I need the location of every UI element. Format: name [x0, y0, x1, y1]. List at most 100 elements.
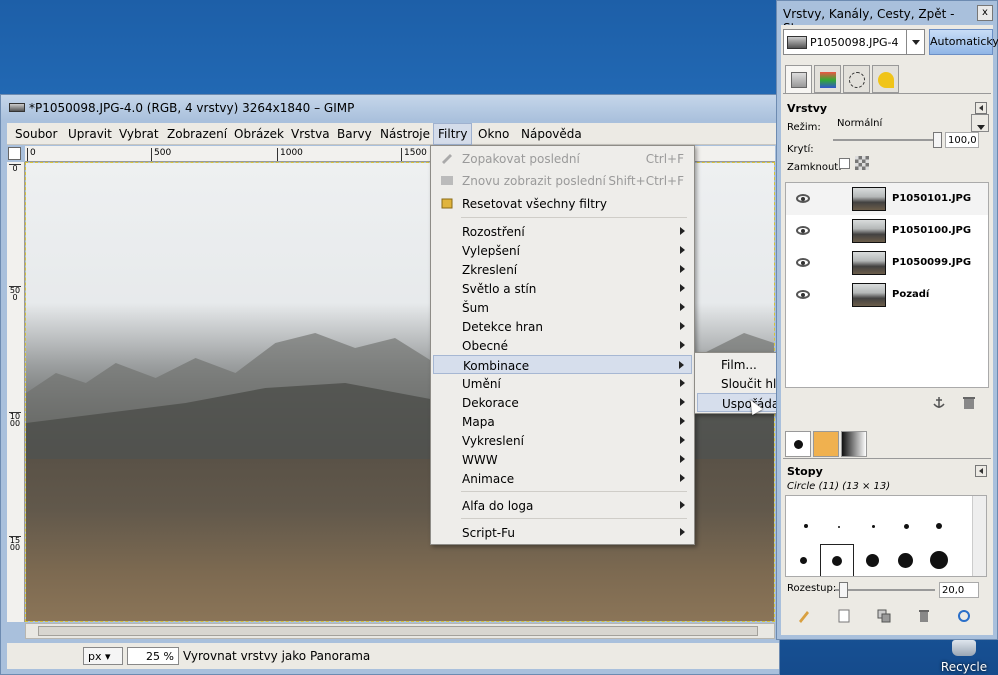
menu-item-light-shadow[interactable]: Světlo a stín — [433, 279, 692, 298]
menu-vrstva[interactable]: Vrstva — [291, 127, 330, 141]
tab-layers[interactable] — [785, 65, 812, 93]
menu-vybrat[interactable]: Vybrat — [119, 127, 159, 141]
mode-label: Režim: — [787, 122, 821, 133]
menu-item-reset-filters[interactable]: Resetovat všechny filtry — [433, 194, 692, 213]
menu-item-animation[interactable]: Animace — [433, 469, 692, 488]
menu-item-alpha-to-logo[interactable]: Alfa do loga — [433, 496, 692, 515]
submenu-arrow-icon — [680, 322, 685, 330]
duplicate-brush-icon[interactable] — [877, 609, 891, 623]
refresh-brushes-icon[interactable] — [957, 609, 971, 623]
brushes-panel-title: Stopy — [787, 465, 823, 478]
brush-swatch[interactable] — [930, 551, 948, 569]
menu-item-reshow-last[interactable]: Znovu zobrazit poslední Shift+Ctrl+F — [433, 171, 692, 190]
opacity-value[interactable]: 100,0 — [945, 132, 979, 148]
auto-button[interactable]: Automaticky — [929, 29, 998, 55]
brush-swatch[interactable] — [936, 523, 942, 529]
visibility-eye-icon[interactable] — [796, 226, 810, 235]
visibility-eye-icon[interactable] — [796, 258, 810, 267]
layer-row[interactable]: P1050099.JPG — [786, 247, 988, 279]
menu-item-enhance[interactable]: Vylepšení — [433, 241, 692, 260]
menu-item-script-fu[interactable]: Script-Fu — [433, 523, 692, 542]
recycle-bin-icon[interactable]: Recycle Bin — [930, 640, 998, 675]
brush-swatch[interactable] — [800, 557, 807, 564]
spacing-slider[interactable] — [835, 589, 935, 591]
panel-menu-icon[interactable] — [975, 102, 987, 114]
vertical-ruler[interactable]: 0 500 1000 1500 — [7, 162, 25, 622]
lock-pixels-checkbox[interactable] — [839, 158, 850, 169]
menu-item-map[interactable]: Mapa — [433, 412, 692, 431]
delete-brush-icon[interactable] — [917, 609, 931, 623]
menu-obrazek[interactable]: Obrázek — [234, 127, 284, 141]
menu-item-repeat-last[interactable]: Zopakovat poslední Ctrl+F — [433, 149, 692, 168]
tab-channels[interactable] — [814, 65, 841, 93]
scrollbar-thumb[interactable] — [38, 626, 758, 636]
unit-select[interactable]: px ▾ — [83, 647, 123, 665]
menu-item-noise[interactable]: Šum — [433, 298, 692, 317]
menu-item-blur[interactable]: Rozostření — [433, 222, 692, 241]
tab-brushes[interactable] — [785, 431, 811, 457]
new-brush-icon[interactable] — [837, 609, 851, 623]
menu-item-label: Script-Fu — [462, 526, 515, 540]
menu-item-combine[interactable]: Kombinace — [433, 355, 692, 374]
menu-zobrazeni[interactable]: Zobrazení — [167, 127, 227, 141]
brush-swatch[interactable] — [838, 526, 840, 528]
menu-barvy[interactable]: Barvy — [337, 127, 372, 141]
menu-nastroje[interactable]: Nástroje — [380, 127, 430, 141]
tab-gradients[interactable] — [841, 431, 867, 457]
menu-item-render[interactable]: Vykreslení — [433, 431, 692, 450]
menu-item-web[interactable]: WWW — [433, 450, 692, 469]
brush-swatch[interactable] — [866, 554, 879, 567]
layer-row[interactable]: P1050100.JPG — [786, 215, 988, 247]
menu-okno[interactable]: Okno — [478, 127, 509, 141]
menu-item-artistic[interactable]: Umění — [433, 374, 692, 393]
lock-alpha-icon[interactable] — [855, 156, 869, 170]
spacing-slider-handle[interactable] — [839, 582, 848, 598]
chevron-down-icon[interactable] — [971, 114, 989, 132]
brush-grid[interactable] — [785, 495, 987, 577]
menu-item-generic[interactable]: Obecné — [433, 336, 692, 355]
menu-soubor[interactable]: Soubor — [15, 127, 57, 141]
edit-brush-icon[interactable] — [797, 609, 811, 623]
menu-item-edge-detect[interactable]: Detekce hran — [433, 317, 692, 336]
brush-tabs — [783, 431, 991, 459]
close-button[interactable]: x — [977, 5, 993, 21]
brush-grid-scrollbar[interactable] — [972, 496, 986, 576]
menu-napoveda[interactable]: Nápověda — [521, 127, 582, 141]
panel-menu-icon[interactable] — [975, 465, 987, 477]
image-selector[interactable]: P1050098.JPG-4 — [783, 29, 925, 55]
menu-item-label: Rozostření — [462, 225, 525, 239]
tab-patterns[interactable] — [813, 431, 839, 457]
window-title: *P1050098.JPG-4.0 (RGB, 4 vrstvy) 3264x1… — [29, 101, 355, 115]
brush-swatch[interactable] — [872, 525, 875, 528]
visibility-eye-icon[interactable] — [796, 290, 810, 299]
submenu-arrow-icon — [680, 417, 685, 425]
recycle-bin-label: Recycle Bin — [940, 660, 988, 675]
horizontal-scrollbar[interactable] — [25, 623, 775, 639]
brush-swatch[interactable] — [904, 524, 909, 529]
menu-filtry[interactable]: Filtry — [433, 123, 473, 145]
brush-swatch[interactable] — [832, 556, 842, 566]
zoom-value: 25 % — [146, 650, 174, 663]
opacity-slider-handle[interactable] — [933, 132, 942, 148]
tab-undo[interactable] — [872, 65, 899, 93]
menu-item-distorts[interactable]: Zkreslení — [433, 260, 692, 279]
layer-row[interactable]: P1050101.JPG — [786, 183, 988, 215]
spacing-value[interactable]: 20,0 — [939, 582, 979, 598]
title-bar[interactable]: *P1050098.JPG-4.0 (RGB, 4 vrstvy) 3264x1… — [1, 95, 779, 121]
quick-mask-toggle-icon[interactable] — [8, 147, 21, 160]
opacity-slider[interactable] — [833, 139, 939, 141]
layer-row[interactable]: Pozadí — [786, 279, 988, 311]
menu-item-decor[interactable]: Dekorace — [433, 393, 692, 412]
brush-swatch[interactable] — [898, 553, 913, 568]
submenu-arrow-icon — [679, 361, 684, 369]
anchor-icon[interactable] — [931, 396, 947, 410]
brush-swatch[interactable] — [804, 524, 808, 528]
layer-name: Pozadí — [892, 289, 930, 300]
visibility-eye-icon[interactable] — [796, 194, 810, 203]
tab-paths[interactable] — [843, 65, 870, 93]
submenu-arrow-icon — [680, 528, 685, 536]
chevron-down-icon[interactable] — [906, 30, 924, 54]
zoom-field[interactable]: 25 % — [127, 647, 179, 665]
menu-upravit[interactable]: Upravit — [68, 127, 112, 141]
trash-icon[interactable] — [961, 396, 977, 410]
